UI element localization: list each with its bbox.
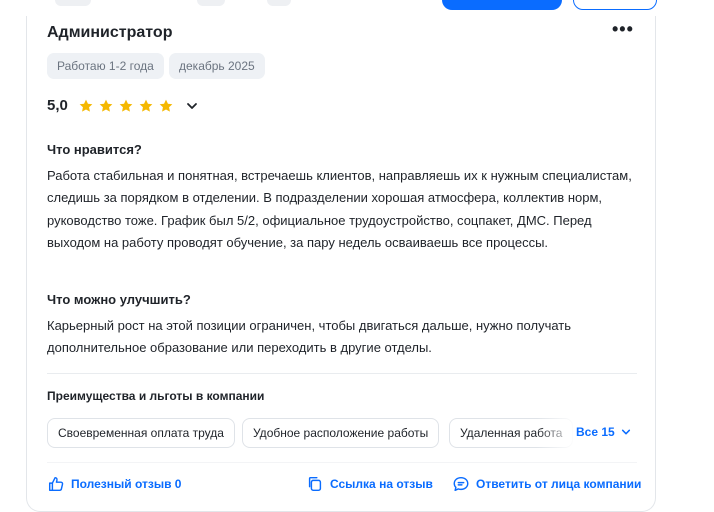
copy-link-button[interactable]: Ссылка на отзыв <box>306 475 433 493</box>
chevron-down-icon <box>621 429 630 435</box>
rating-row[interactable]: 5,0 <box>47 97 198 114</box>
date-chip: декабрь 2025 <box>169 53 265 79</box>
copy-icon <box>308 476 322 492</box>
helpful-button[interactable]: Полезный отзыв 0 <box>47 475 181 493</box>
toolbar-chip[interactable] <box>267 0 291 6</box>
fade-overlay <box>537 418 577 448</box>
star-icon <box>139 99 153 112</box>
primary-button[interactable] <box>442 0 562 10</box>
star-icon <box>159 99 173 112</box>
likes-heading: Что нравится? <box>47 142 142 157</box>
likes-text: Работа стабильная и понятная, встречаешь… <box>47 168 632 251</box>
star-icon <box>79 99 93 112</box>
benefits-row: Своевременная оплата труда Удобное распо… <box>47 418 637 448</box>
top-toolbar <box>0 0 714 12</box>
star-icon <box>119 99 133 112</box>
benefit-chip[interactable]: Удобное расположение работы <box>242 418 440 448</box>
review-title: Администратор <box>47 24 173 41</box>
secondary-button[interactable] <box>573 0 657 10</box>
improve-heading: Что можно улучшить? <box>47 292 191 307</box>
divider <box>47 373 637 374</box>
star-icon <box>99 99 113 112</box>
benefit-chip[interactable]: Своевременная оплата труда <box>47 418 235 448</box>
helpful-label: Полезный отзыв 0 <box>71 477 182 491</box>
benefits-heading: Преимущества и льготы в компании <box>47 389 265 403</box>
all-benefits-link[interactable]: Все 15 <box>576 425 631 439</box>
stars <box>78 98 174 114</box>
improve-text: Карьерный рост на этой позиции ограничен… <box>47 318 572 356</box>
chat-bubble-icon <box>453 476 469 492</box>
thumbs-up-icon <box>48 476 64 492</box>
toolbar-chip[interactable] <box>197 0 225 6</box>
divider <box>47 462 637 463</box>
reply-label: Ответить от лица компании <box>476 477 642 491</box>
more-options-icon[interactable]: ••• <box>612 19 634 40</box>
all-benefits-label: Все 15 <box>576 425 615 439</box>
rating-value: 5,0 <box>47 97 68 114</box>
experience-chip: Работаю 1-2 года <box>47 53 164 79</box>
copy-link-label: Ссылка на отзыв <box>330 477 433 491</box>
toolbar-chip[interactable] <box>55 0 91 6</box>
chevron-down-icon[interactable] <box>186 100 198 112</box>
reply-button[interactable]: Ответить от лица компании <box>452 475 641 493</box>
